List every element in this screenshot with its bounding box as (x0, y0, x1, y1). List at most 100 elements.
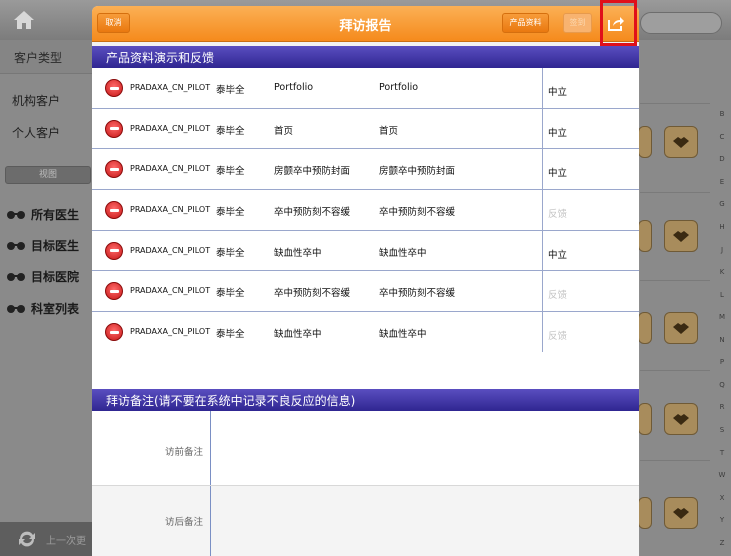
filter-all-doctors[interactable]: 所有医生 (6, 206, 79, 223)
alphabet-index-letter[interactable]: G (716, 200, 728, 208)
alphabet-index-letter[interactable]: J (716, 246, 728, 254)
filter-label: 目标医生 (31, 239, 80, 253)
handshake-icon[interactable] (664, 403, 698, 435)
product-brand: 泰毕全 (216, 207, 245, 219)
remove-icon[interactable] (105, 323, 123, 342)
section-header-visit-notes: 拜访备注(请不要在系统中记录不良反应的信息) (92, 389, 639, 411)
product-materials-button[interactable]: 产品资料 (502, 13, 549, 33)
product-code: PRADAXA_CN_PILOT (130, 286, 211, 296)
pre-visit-note-input[interactable] (210, 411, 639, 485)
product-brand: 泰毕全 (216, 85, 245, 96)
alphabet-index-letter[interactable]: T (716, 449, 728, 457)
alphabet-index-letter[interactable]: E (716, 178, 728, 186)
view-button[interactable]: 视图 (5, 166, 91, 184)
action-button[interactable] (638, 497, 652, 529)
table-row[interactable]: PRADAXA_CN_PILOT 泰毕全 首页 首页 中立 (92, 108, 639, 150)
table-row[interactable]: PRADAXA_CN_PILOT 泰毕全 Portfolio Portfolio 中立 (92, 68, 639, 109)
handshake-icon[interactable] (664, 126, 698, 158)
modal-header: 取消 拜访报告 产品资料 签到 (92, 6, 639, 42)
home-icon[interactable] (6, 6, 42, 34)
filter-target-doctors[interactable]: 目标医生 (6, 237, 79, 254)
table-row[interactable]: PRADAXA_CN_PILOT 泰毕全 缺血性卒中 缺血性卒中 中立 (92, 230, 639, 272)
table-row[interactable]: PRADAXA_CN_PILOT 泰毕全 卒中预防刻不容缓 卒中预防刻不容缓 反馈 (92, 271, 639, 313)
sign-in-button[interactable]: 签到 (563, 13, 592, 33)
post-visit-note-input[interactable] (210, 486, 639, 556)
column-divider (542, 230, 543, 271)
sync-bar: 上一次更 (0, 522, 92, 556)
remove-icon[interactable] (105, 201, 123, 220)
feedback-selector[interactable]: 中立 (548, 125, 567, 139)
alphabet-index-letter[interactable]: S (716, 426, 728, 434)
alphabet-index-letter[interactable]: P (716, 358, 728, 366)
list-divider (640, 192, 710, 193)
material-page: 卒中预防刻不容缓 (379, 288, 456, 300)
feedback-selector[interactable]: 中立 (548, 165, 567, 179)
feedback-selector[interactable]: 中立 (548, 247, 567, 261)
alphabet-index-letter[interactable]: W (716, 471, 728, 479)
remove-icon[interactable] (105, 160, 123, 179)
filter-label: 科室列表 (31, 302, 80, 316)
action-button[interactable] (638, 126, 652, 158)
column-divider (542, 149, 543, 190)
table-empty-area (92, 352, 639, 389)
pre-visit-note-label: 访前备注 (165, 447, 204, 458)
product-brand: 泰毕全 (216, 247, 245, 259)
list-divider (640, 460, 710, 461)
product-brand: 泰毕全 (216, 288, 245, 300)
feedback-selector[interactable]: 反馈 (548, 287, 567, 301)
material-title: 首页 (274, 125, 294, 137)
alphabet-index-letter[interactable]: B (716, 110, 728, 118)
material-page: 缺血性卒中 (379, 247, 427, 259)
material-title: 房颤卒中预防封面 (274, 166, 351, 178)
handshake-icon[interactable] (664, 220, 698, 252)
handshake-icon[interactable] (664, 497, 698, 529)
alphabet-index-letter[interactable]: X (716, 494, 728, 502)
action-button[interactable] (638, 220, 652, 252)
product-code: PRADAXA_CN_PILOT (130, 327, 211, 337)
column-divider (542, 68, 543, 108)
search-field[interactable] (640, 12, 722, 34)
table-row[interactable]: PRADAXA_CN_PILOT 泰毕全 缺血性卒中 缺血性卒中 反馈 (92, 312, 639, 353)
column-divider (542, 271, 543, 312)
feedback-selector[interactable]: 反馈 (548, 328, 567, 342)
filter-label: 所有医生 (31, 208, 80, 222)
remove-icon[interactable] (105, 119, 123, 138)
modal-title: 拜访报告 (339, 19, 392, 34)
sidebar (0, 40, 92, 556)
material-page: 首页 (379, 125, 399, 137)
feedback-selector[interactable]: 中立 (548, 84, 567, 98)
table-row[interactable]: PRADAXA_CN_PILOT 泰毕全 房颤卒中预防封面 房颤卒中预防封面 中立 (92, 149, 639, 191)
remove-icon[interactable] (105, 79, 123, 97)
remove-icon[interactable] (105, 241, 123, 260)
last-sync-text: 上一次更 (46, 535, 86, 547)
table-row[interactable]: PRADAXA_CN_PILOT 泰毕全 卒中预防刻不容缓 卒中预防刻不容缓 反馈 (92, 190, 639, 231)
sidebar-item-individual[interactable]: 个人客户 (12, 124, 60, 141)
filter-department-list[interactable]: 科室列表 (6, 300, 79, 317)
alphabet-index-letter[interactable]: M (716, 313, 728, 321)
column-divider (542, 312, 543, 352)
alphabet-index-letter[interactable]: L (716, 291, 728, 299)
alphabet-index-letter[interactable]: D (716, 155, 728, 163)
sync-icon[interactable] (16, 530, 38, 548)
action-button[interactable] (638, 403, 652, 435)
filter-target-hospitals[interactable]: 目标医院 (6, 268, 79, 285)
alphabet-index-letter[interactable]: Q (716, 381, 728, 389)
handshake-icon[interactable] (664, 312, 698, 344)
glasses-icon (7, 210, 25, 219)
feedback-selector[interactable]: 反馈 (548, 206, 567, 220)
section-header-materials-feedback: 产品资料演示和反馈 (92, 46, 639, 68)
remove-icon[interactable] (105, 282, 123, 301)
product-code: PRADAXA_CN_PILOT (130, 83, 211, 92)
alphabet-index-letter[interactable]: N (716, 336, 728, 344)
alphabet-index-letter[interactable]: Y (716, 516, 728, 524)
alphabet-index-letter[interactable]: Z (716, 539, 728, 547)
product-code: PRADAXA_CN_PILOT (130, 205, 211, 215)
post-visit-note-label: 访后备注 (165, 517, 204, 528)
alphabet-index-letter[interactable]: H (716, 223, 728, 231)
alphabet-index-letter[interactable]: K (716, 268, 728, 276)
sidebar-item-institution[interactable]: 机构客户 (12, 92, 60, 109)
material-title: 缺血性卒中 (274, 247, 322, 259)
alphabet-index-letter[interactable]: R (716, 403, 728, 411)
action-button[interactable] (638, 312, 652, 344)
alphabet-index-letter[interactable]: C (716, 133, 728, 141)
